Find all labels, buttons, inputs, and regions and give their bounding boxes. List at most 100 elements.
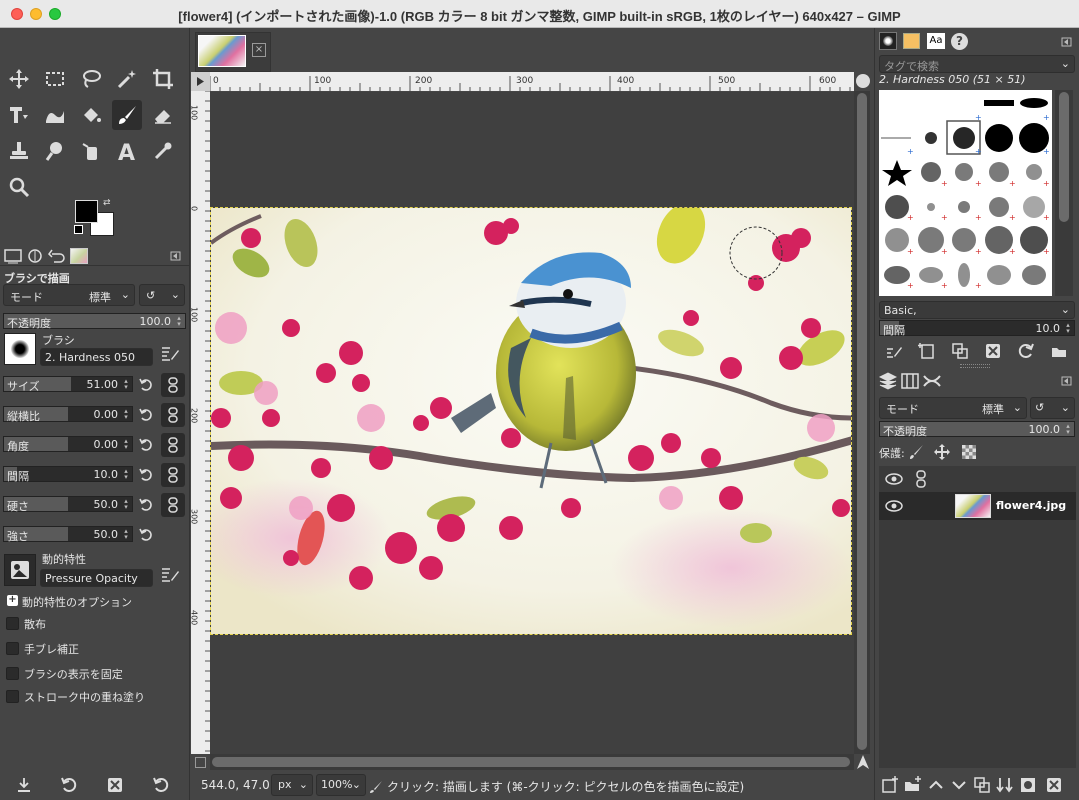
- spin-icon[interactable]: ▴ ▾: [121, 378, 131, 391]
- paths-tab-icon[interactable]: [923, 372, 941, 390]
- reset-icon[interactable]: [139, 438, 153, 452]
- reset-icon[interactable]: [139, 468, 153, 482]
- smudge-tool-icon[interactable]: [40, 136, 70, 166]
- brush-spacing-slider[interactable]: 間隔 10.0 ▴ ▾: [879, 320, 1075, 337]
- edit-dynamics-icon[interactable]: [160, 565, 180, 585]
- move-tool-icon[interactable]: [4, 64, 34, 94]
- unit-select[interactable]: px ⌄: [271, 774, 313, 796]
- brush-scroll-thumb[interactable]: [1059, 92, 1069, 222]
- layer-list-empty-area[interactable]: [879, 520, 1076, 768]
- chain-icon[interactable]: [915, 470, 927, 488]
- rect-select-tool-icon[interactable]: [40, 64, 70, 94]
- refresh-brushes-icon[interactable]: [1017, 342, 1035, 360]
- horizontal-scroll-thumb[interactable]: [212, 757, 850, 767]
- restore-options-icon[interactable]: [60, 776, 78, 794]
- vertical-ruler[interactable]: 100 0 100 200 300 400: [190, 90, 210, 754]
- foreground-color-swatch[interactable]: [75, 200, 98, 223]
- vertical-scroll-thumb[interactable]: [857, 93, 867, 750]
- crop-tool-icon[interactable]: [148, 64, 178, 94]
- delete-options-icon[interactable]: [106, 776, 124, 794]
- spin-icon[interactable]: ▴ ▾: [121, 528, 131, 541]
- brushes-tab[interactable]: [879, 32, 897, 50]
- new-layer-icon[interactable]: [881, 776, 899, 794]
- link-size-button[interactable]: [161, 373, 185, 397]
- images-tab-icon[interactable]: [70, 248, 88, 264]
- panel-menu-icon[interactable]: [170, 248, 182, 264]
- eraser-tool-icon[interactable]: [148, 100, 178, 130]
- duplicate-layer-icon[interactable]: [973, 776, 991, 794]
- hardness-slider[interactable]: 硬さ 50.0 ▴ ▾: [3, 496, 133, 513]
- reset-options-icon[interactable]: [152, 776, 170, 794]
- brush-grid[interactable]: + + + + + + + + + + + + + + + + + + + + + +: [879, 90, 1052, 296]
- unified-transform-tool-icon[interactable]: [4, 100, 34, 130]
- layer-name[interactable]: flower4.jpg: [996, 499, 1066, 512]
- aspect-ratio-slider[interactable]: 縦横比 0.00 ▴ ▾: [3, 406, 133, 423]
- reset-icon[interactable]: [139, 528, 153, 542]
- tool-options-tab-icon[interactable]: [4, 248, 22, 264]
- zoom-to-fit-icon[interactable]: [856, 74, 870, 88]
- layer-composite-select[interactable]: ↺ ⌄: [1030, 397, 1075, 419]
- spin-icon[interactable]: ▴ ▾: [1063, 322, 1073, 335]
- spin-icon[interactable]: ▴ ▾: [174, 315, 184, 328]
- lasso-tool-icon[interactable]: [76, 64, 106, 94]
- spin-icon[interactable]: ▴ ▾: [1063, 423, 1073, 436]
- dynamics-preview[interactable]: [4, 554, 36, 586]
- incremental-checkbox[interactable]: [6, 690, 19, 703]
- size-slider[interactable]: サイズ 51.00 ▴ ▾: [3, 376, 133, 393]
- color-picker-tool-icon[interactable]: [148, 136, 178, 166]
- spacing-slider[interactable]: 間隔 10.0 ▴ ▾: [3, 466, 133, 483]
- default-colors-icon[interactable]: [74, 225, 83, 234]
- fonts-tab-icon[interactable]: Aa: [927, 33, 945, 49]
- bucket-fill-tool-icon[interactable]: [76, 100, 106, 130]
- brush-name-field[interactable]: 2. Hardness 050: [40, 348, 153, 366]
- opacity-slider[interactable]: 不透明度 100.0 ▴ ▾: [3, 313, 186, 330]
- text-tool-icon[interactable]: A: [112, 136, 142, 166]
- close-tab-icon[interactable]: ×: [252, 43, 266, 57]
- lock-alpha-icon[interactable]: [960, 443, 978, 461]
- spin-icon[interactable]: ▴ ▾: [121, 498, 131, 511]
- dodge-burn-tool-icon[interactable]: [76, 136, 106, 166]
- layer-opacity-slider[interactable]: 不透明度 100.0 ▴ ▾: [879, 421, 1075, 438]
- quick-mask-toggle[interactable]: [195, 757, 206, 768]
- lower-layer-icon[interactable]: [950, 776, 968, 794]
- lock-brush-checkbox[interactable]: [6, 667, 19, 680]
- panel-menu-icon[interactable]: [1061, 36, 1073, 48]
- edit-brush-icon[interactable]: [160, 344, 180, 364]
- horizontal-ruler[interactable]: 0 100 200 300 400 500 600: [209, 72, 854, 91]
- brush-preview[interactable]: [4, 333, 36, 365]
- lock-pixels-icon[interactable]: [908, 443, 926, 461]
- vertical-scrollbar[interactable]: [854, 91, 870, 754]
- link-aspect-button[interactable]: [161, 403, 185, 427]
- new-layer-group-icon[interactable]: [904, 776, 922, 794]
- zoom-select[interactable]: 100% ⌄: [316, 774, 366, 796]
- open-as-image-icon[interactable]: [1050, 342, 1068, 360]
- brush-tag-filter[interactable]: タグで検索 ⌄: [879, 55, 1075, 73]
- navigate-icon[interactable]: [855, 754, 871, 770]
- eye-icon[interactable]: [885, 498, 903, 514]
- angle-slider[interactable]: 角度 0.00 ▴ ▾: [3, 436, 133, 453]
- layer-mode-select[interactable]: モード 標準 ⌄: [879, 397, 1027, 419]
- image-tab[interactable]: ×: [195, 32, 271, 72]
- new-brush-icon[interactable]: [918, 342, 936, 360]
- help-tab-icon[interactable]: ?: [951, 33, 968, 50]
- save-options-icon[interactable]: [15, 776, 33, 794]
- spin-icon[interactable]: ▴ ▾: [121, 438, 131, 451]
- swap-colors-icon[interactable]: ⇄: [103, 198, 113, 208]
- expand-icon[interactable]: +: [7, 595, 18, 606]
- paintbrush-tool-icon[interactable]: [112, 100, 142, 130]
- clone-tool-icon[interactable]: [4, 136, 34, 166]
- dynamics-name-field[interactable]: Pressure Opacity: [40, 569, 153, 587]
- undo-history-tab-icon[interactable]: [48, 248, 66, 264]
- paint-mode-select[interactable]: モード 標準 ⌄: [3, 284, 135, 306]
- patterns-tab-icon[interactable]: [903, 33, 920, 49]
- spin-icon[interactable]: ▴ ▾: [121, 468, 131, 481]
- raise-layer-icon[interactable]: [927, 776, 945, 794]
- layer-mask-icon[interactable]: [1019, 776, 1037, 794]
- delete-layer-icon[interactable]: [1045, 776, 1063, 794]
- brush-set-select[interactable]: Basic, ⌄: [879, 301, 1075, 319]
- zoom-tool-icon[interactable]: [4, 172, 34, 202]
- delete-brush-icon[interactable]: [984, 342, 1002, 360]
- horizontal-scrollbar[interactable]: [210, 754, 854, 770]
- dynamics-options-expander[interactable]: 動的特性のオプション: [22, 594, 132, 610]
- spin-icon[interactable]: ▴ ▾: [121, 408, 131, 421]
